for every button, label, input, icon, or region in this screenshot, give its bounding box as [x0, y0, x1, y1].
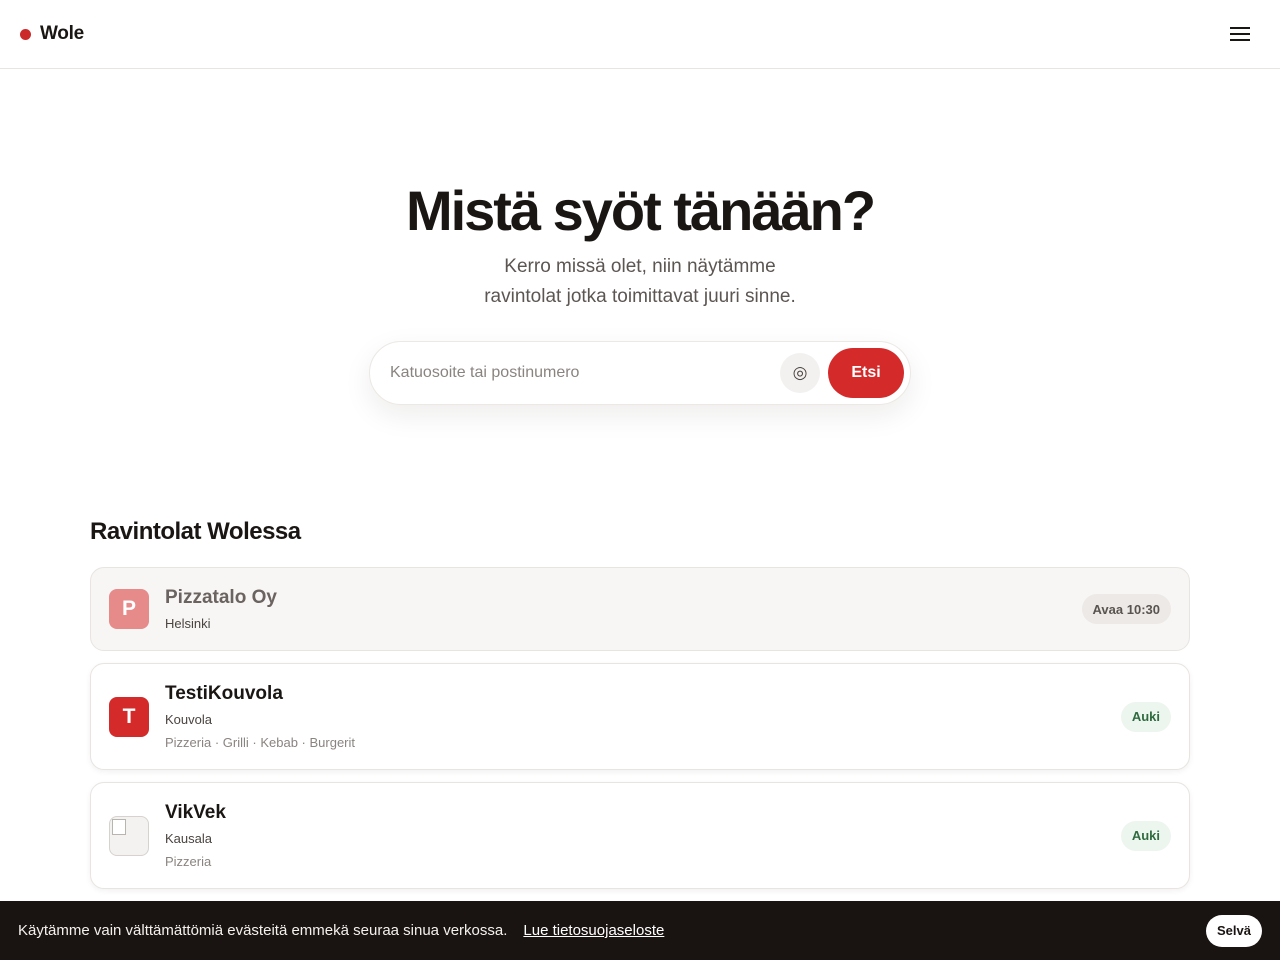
menu-button[interactable] [1220, 14, 1260, 54]
restaurant-city: Kausala [165, 830, 212, 846]
brand-logo[interactable]: Wole [20, 23, 84, 45]
status-badge: Avaa 10:30 [1081, 594, 1171, 624]
restaurant-info: VikVek Kausala Pizzeria [165, 802, 1121, 870]
restaurant-info: Pizzatalo Oy Helsinki [165, 587, 1082, 632]
restaurant-logo [109, 815, 149, 856]
restaurant-name: Pizzatalo Oy [165, 586, 277, 608]
restaurant-avatar: T [109, 696, 149, 737]
brand-dot-icon [20, 28, 31, 40]
status-badge: Auki [1120, 701, 1171, 732]
broken-image-icon [112, 818, 126, 835]
locate-target-icon: ◎ [792, 363, 808, 382]
restaurant-avatar: P [109, 589, 149, 629]
hero-subtitle-line2: ravintolat jotka toimittavat juuri sinne… [484, 286, 796, 307]
restaurants-title: Ravintolat Wolessa [90, 518, 301, 545]
hamburger-menu-icon [1230, 27, 1250, 41]
hero-subtitle-line1: Kerro missä olet, niin näytämme [504, 256, 776, 277]
restaurant-categories: Pizzeria · Grilli · Kebab · Burgerit [165, 734, 355, 750]
top-bar: Wole [0, 0, 1280, 69]
hero-title: Mistä syöt tänään? [405, 179, 876, 242]
address-input[interactable] [390, 353, 780, 393]
cookie-text: Käytämme vain välttämättömiä evästeitä e… [18, 922, 508, 939]
hero-subtitle: Kerro missä olet, niin näytämme ravintol… [0, 252, 1280, 312]
brand-name: Wole [40, 23, 84, 44]
restaurant-info: TestiKouvola Kouvola Pizzeria · Grilli ·… [165, 683, 1121, 751]
restaurant-card[interactable]: P Pizzatalo Oy Helsinki Avaa 10:30 [90, 567, 1190, 651]
restaurant-card[interactable]: VikVek Kausala Pizzeria Auki [90, 782, 1190, 889]
restaurant-categories: Pizzeria [165, 853, 212, 869]
hero: Mistä syöt tänään? Kerro missä olet, nii… [0, 180, 1280, 312]
restaurant-city: Helsinki [165, 615, 211, 631]
restaurant-name: VikVek [165, 801, 226, 823]
address-search: ◎ Etsi [369, 341, 911, 405]
search-button[interactable]: Etsi [828, 348, 904, 398]
restaurant-city: Kouvola [165, 711, 212, 727]
restaurant-name: TestiKouvola [165, 682, 283, 704]
cookie-accept-button[interactable]: Selvä [1206, 914, 1262, 947]
restaurant-card[interactable]: T TestiKouvola Kouvola Pizzeria · Grilli… [90, 663, 1190, 770]
status-badge: Auki [1120, 820, 1171, 851]
cookie-banner: Käytämme vain välttämättömiä evästeitä e… [0, 901, 1280, 960]
privacy-policy-link[interactable]: Lue tietosuojaseloste [523, 922, 664, 939]
locate-button[interactable]: ◎ [780, 353, 820, 393]
